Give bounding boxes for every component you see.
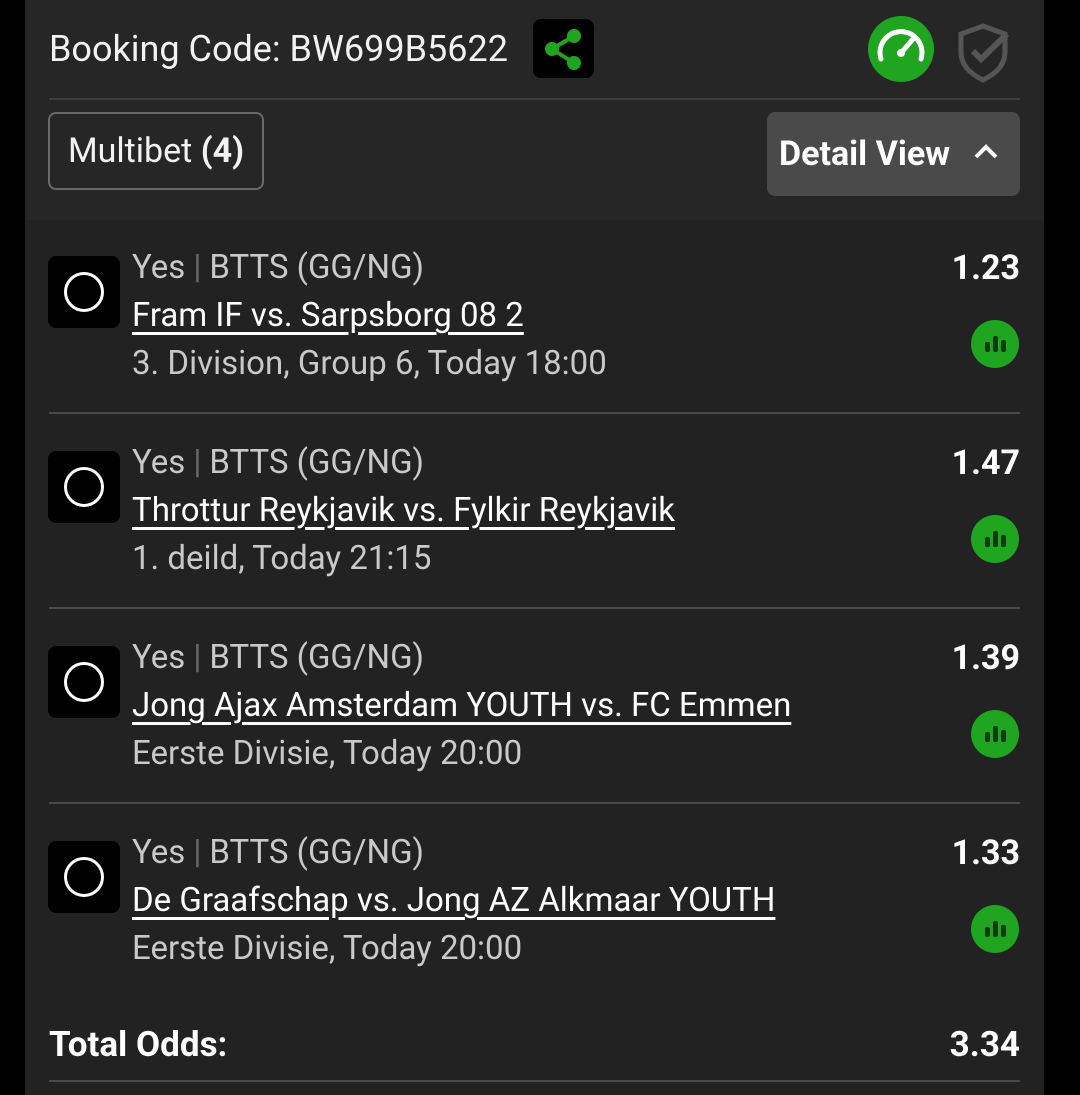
selection-pick: Yes	[132, 638, 186, 677]
booking-code-label: Booking Code:	[49, 28, 281, 70]
selection-market: Yes | BTTS (GG/NG)	[132, 638, 425, 677]
radio-circle-icon	[64, 857, 104, 897]
selection-market: Yes | BTTS (GG/NG)	[132, 443, 425, 482]
market-name: BTTS (GG/NG)	[209, 443, 425, 482]
selection-radio[interactable]	[48, 256, 120, 328]
match-link[interactable]: Fram IF vs. Sarpsborg 08 2	[132, 296, 524, 335]
stats-icon[interactable]	[971, 320, 1019, 368]
row-divider	[49, 607, 1020, 609]
betslip-header: Booking Code: BW699B5622 Multibet (4) De…	[25, 0, 1044, 220]
row-divider	[49, 412, 1020, 414]
total-odds-value: 3.34	[949, 1024, 1020, 1065]
selection-market: Yes | BTTS (GG/NG)	[132, 248, 425, 287]
selection-row: Yes | BTTS (GG/NG) Fram IF vs. Sarpsborg 0…	[25, 220, 1044, 415]
selection-pick: Yes	[132, 443, 186, 482]
row-divider	[49, 802, 1020, 804]
selection-odds: 1.33	[951, 833, 1020, 873]
selection-pick: Yes	[132, 248, 186, 287]
detail-view-button[interactable]: Detail View	[767, 112, 1020, 196]
total-odds-label: Total Odds:	[49, 1024, 228, 1065]
selection-pick: Yes	[132, 833, 186, 872]
stats-icon[interactable]	[971, 710, 1019, 758]
selection-odds: 1.23	[951, 248, 1020, 288]
match-link[interactable]: Throttur Reykjavik vs. Fylkir Reykjavik	[132, 491, 675, 530]
betslip-panel: Booking Code: BW699B5622 Multibet (4) De…	[25, 0, 1044, 1095]
booking-code: Booking Code: BW699B5622	[49, 28, 508, 70]
speedometer-icon	[868, 16, 934, 82]
market-name: BTTS (GG/NG)	[209, 248, 425, 287]
header-divider	[49, 98, 1020, 100]
league-time: Eerste Divisie, Today 20:00	[132, 929, 523, 968]
league-time: 3. Division, Group 6, Today 18:00	[132, 344, 607, 383]
selection-radio[interactable]	[48, 451, 120, 523]
selection-odds: 1.39	[951, 638, 1020, 678]
league-time: 1. deild, Today 21:15	[132, 539, 432, 578]
stats-icon[interactable]	[971, 515, 1019, 563]
booking-code-value: BW699B5622	[289, 28, 508, 70]
share-icon	[545, 29, 581, 70]
chevron-up-icon	[974, 144, 998, 159]
match-link[interactable]: Jong Ajax Amsterdam YOUTH vs. FC Emmen	[132, 686, 791, 725]
selection-row: Yes | BTTS (GG/NG) Jong Ajax Amsterdam YOU…	[25, 610, 1044, 805]
market-name: BTTS (GG/NG)	[209, 833, 425, 872]
multibet-tab[interactable]: Multibet (4)	[48, 112, 264, 190]
multibet-count: (4)	[200, 131, 245, 171]
multibet-label: Multibet	[67, 131, 193, 171]
radio-circle-icon	[64, 272, 104, 312]
shield-check-icon[interactable]	[951, 20, 1015, 84]
radio-circle-icon	[64, 662, 104, 702]
bottom-divider	[49, 1080, 1020, 1082]
selection-row: Yes | BTTS (GG/NG) De Graafschap vs. Jong …	[25, 805, 1044, 1000]
selection-market: Yes | BTTS (GG/NG)	[132, 833, 425, 872]
speedometer-button[interactable]	[867, 15, 935, 83]
share-button[interactable]	[533, 19, 594, 78]
selection-radio[interactable]	[48, 841, 120, 913]
detail-view-label: Detail View	[779, 134, 951, 174]
radio-circle-icon	[64, 467, 104, 507]
market-name: BTTS (GG/NG)	[209, 638, 425, 677]
league-time: Eerste Divisie, Today 20:00	[132, 734, 523, 773]
selection-odds: 1.47	[951, 443, 1020, 483]
selection-radio[interactable]	[48, 646, 120, 718]
stats-icon[interactable]	[971, 905, 1019, 953]
selection-row: Yes | BTTS (GG/NG) Throttur Reykjavik vs. …	[25, 415, 1044, 610]
match-link[interactable]: De Graafschap vs. Jong AZ Alkmaar YOUTH	[132, 881, 775, 920]
